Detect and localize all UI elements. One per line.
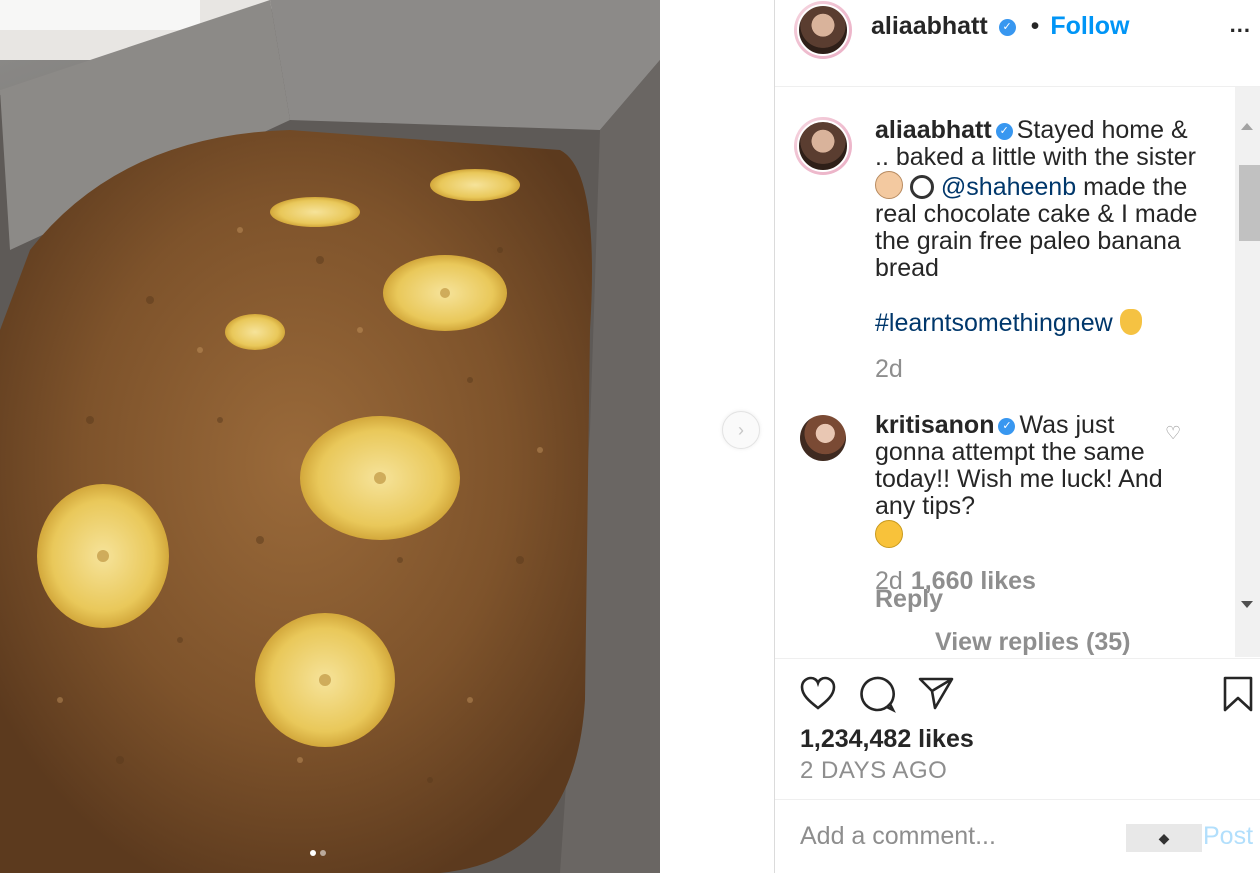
save-bookmark-icon[interactable] xyxy=(1221,675,1255,713)
carousel-dots xyxy=(310,850,326,856)
scroll-thumb[interactable] xyxy=(1239,165,1260,241)
share-paper-plane-icon[interactable] xyxy=(917,675,955,711)
comments-scrollbar[interactable] xyxy=(1235,87,1260,657)
add-comment-bar: ◆ Post xyxy=(775,799,1260,874)
comment-text: kritisanon ✓ Was just gonna attempt the sa… xyxy=(875,412,1165,550)
commenter-username[interactable]: kritisanon xyxy=(875,411,994,439)
post-comment-button[interactable]: Post xyxy=(1203,822,1253,851)
mention-link[interactable]: @shaheenb xyxy=(941,173,1076,201)
verified-badge-icon: ✓ xyxy=(995,122,1013,140)
post-header: aliaabhatt ✓ • Follow ... xyxy=(775,0,1260,87)
post-date[interactable]: 2 DAYS AGO xyxy=(800,757,947,785)
separator: • xyxy=(1030,12,1040,40)
caption-avatar[interactable] xyxy=(794,117,852,175)
banana-bread-image xyxy=(0,0,660,873)
reply-button[interactable]: Reply xyxy=(875,585,943,614)
frying-pan-emoji-icon xyxy=(909,175,934,199)
view-replies-button[interactable]: View replies (35) xyxy=(935,628,1130,657)
carousel-dot-active xyxy=(310,850,316,856)
baby-face-emoji-icon xyxy=(875,171,903,199)
caption-time[interactable]: 2d xyxy=(875,355,903,384)
like-heart-icon[interactable] xyxy=(799,675,837,711)
author-username[interactable]: aliaabhatt xyxy=(871,12,988,40)
carousel-dot xyxy=(320,850,326,856)
follow-button[interactable]: Follow xyxy=(1050,12,1129,40)
caption-text: aliaabhatt ✓ Stayed home & .. baked a litt… xyxy=(875,117,1205,337)
tongue-wink-emoji-icon xyxy=(875,520,903,548)
verified-badge-icon: ✓ xyxy=(998,18,1016,36)
author-avatar[interactable] xyxy=(794,1,852,59)
comments-list: aliaabhatt ✓ Stayed home & .. baked a litt… xyxy=(775,87,1231,657)
post-photo[interactable] xyxy=(0,0,660,873)
verified-badge-icon: ✓ xyxy=(998,417,1016,435)
post-sidebar: aliaabhatt ✓ • Follow ... aliaabhatt ✓ Sta… xyxy=(774,0,1260,873)
more-options-icon[interactable]: ... xyxy=(1230,12,1251,38)
hashtag-link[interactable]: #learntsomethingnew xyxy=(875,309,1113,337)
caption-username[interactable]: aliaabhatt xyxy=(875,116,992,144)
emoji-picker-icon[interactable]: ◆ xyxy=(1126,824,1202,852)
likes-count[interactable]: 1,234,482 likes xyxy=(800,725,974,754)
add-comment-input[interactable] xyxy=(800,822,1130,851)
next-photo-chevron-icon[interactable]: › xyxy=(722,411,760,449)
comment-like-heart-icon[interactable]: ♡ xyxy=(1165,423,1183,443)
vulcan-salute-emoji-icon xyxy=(1119,309,1142,335)
scroll-down-arrow-icon[interactable] xyxy=(1241,601,1253,608)
scroll-up-arrow-icon[interactable] xyxy=(1241,123,1253,130)
action-bar: 1,234,482 likes 2 DAYS AGO xyxy=(775,658,1260,799)
comment-bubble-icon[interactable] xyxy=(858,675,896,713)
commenter-avatar[interactable] xyxy=(800,415,846,461)
